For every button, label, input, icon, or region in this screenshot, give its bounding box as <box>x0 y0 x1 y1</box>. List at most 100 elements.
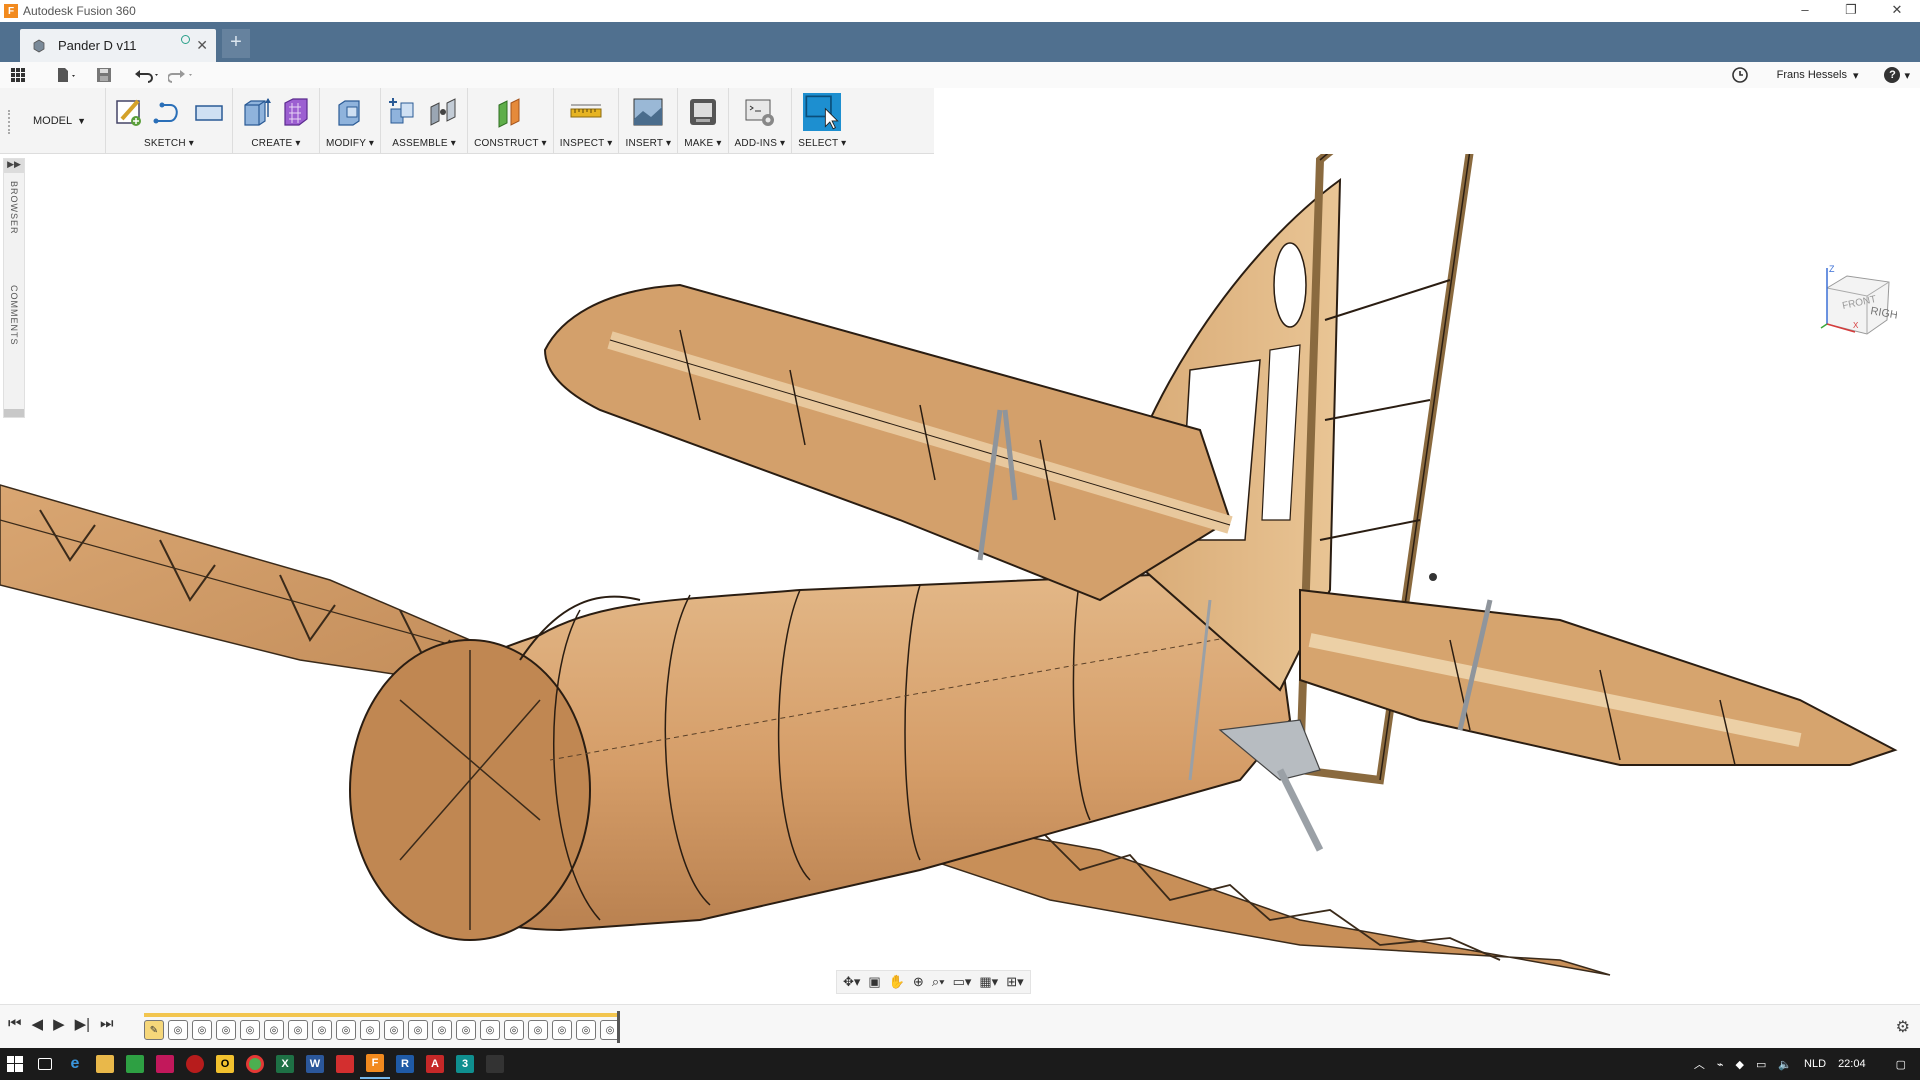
dropbox-icon[interactable]: ◆ <box>1735 1058 1743 1071</box>
3dsmax-button[interactable]: 3 <box>450 1049 480 1079</box>
viewcube[interactable]: FRONT RIGHT Z X <box>1815 262 1897 344</box>
viewports-icon[interactable]: ⊞▾ <box>1006 974 1023 990</box>
joint-icon[interactable] <box>427 95 461 129</box>
timeline-sketch-feature-icon[interactable]: ✎ <box>144 1020 164 1040</box>
new-component-icon[interactable] <box>387 95 421 129</box>
select-tool-icon[interactable] <box>803 93 842 131</box>
user-account-menu[interactable]: Frans Hessels <box>1777 69 1847 81</box>
revit-button[interactable]: R <box>390 1049 420 1079</box>
timeline-feature-icon[interactable]: ◎ <box>216 1020 236 1040</box>
step-forward-icon[interactable]: ▶| <box>75 1015 90 1033</box>
notifications-icon[interactable]: ▢ <box>1896 1058 1906 1071</box>
create-menu[interactable]: CREATE ▾ <box>251 138 300 149</box>
make-menu[interactable]: MAKE ▾ <box>684 138 721 149</box>
go-to-end-icon[interactable]: ⏭ <box>100 1015 114 1033</box>
timeline-feature-icon[interactable]: ◎ <box>528 1020 548 1040</box>
insert-menu[interactable]: INSERT ▾ <box>625 138 671 149</box>
play-icon[interactable]: ▶ <box>53 1015 65 1033</box>
pan-icon[interactable]: ✋ <box>889 974 905 990</box>
fusion-taskbar-button[interactable]: F <box>360 1049 390 1079</box>
undo-button[interactable] <box>134 64 162 86</box>
press-pull-icon[interactable] <box>333 95 367 129</box>
timeline-feature-icon[interactable]: ◎ <box>456 1020 476 1040</box>
fit-icon[interactable]: ⌕▾ <box>932 974 945 990</box>
display-settings-icon[interactable]: ▭▾ <box>953 974 972 990</box>
measure-icon[interactable] <box>569 95 603 129</box>
insert-canvas-icon[interactable] <box>631 95 665 129</box>
horizontal-stabilizer[interactable] <box>543 283 1233 602</box>
language-indicator[interactable]: NLD <box>1804 1058 1826 1070</box>
timeline-settings-gear-icon[interactable]: ⚙ <box>1896 1017 1910 1037</box>
orbit-icon[interactable]: ✥▾ <box>843 974 860 990</box>
job-status-clock-icon[interactable] <box>1731 66 1749 84</box>
look-at-icon[interactable]: ▣ <box>868 974 880 990</box>
app-button-2[interactable] <box>150 1049 180 1079</box>
create-sketch-icon[interactable] <box>112 95 146 129</box>
minimize-button[interactable]: – <box>1782 0 1828 22</box>
network-icon[interactable]: ⌁ <box>1717 1058 1724 1071</box>
timeline-feature-icon[interactable]: ◎ <box>168 1020 188 1040</box>
modify-menu[interactable]: MODIFY ▾ <box>326 138 374 149</box>
timeline-feature-icon[interactable]: ◎ <box>192 1020 212 1040</box>
extrude-icon[interactable] <box>239 95 273 129</box>
timeline-feature-icon[interactable]: ◎ <box>384 1020 404 1040</box>
workspace-switcher[interactable]: MODEL ▼ <box>14 88 106 153</box>
offset-plane-icon[interactable] <box>493 95 527 129</box>
sketch-menu[interactable]: SKETCH ▾ <box>144 138 194 149</box>
volume-icon[interactable]: 🔈 <box>1778 1058 1792 1071</box>
timeline-feature-icon[interactable]: ◎ <box>240 1020 260 1040</box>
new-tab-button[interactable]: + <box>222 29 250 58</box>
go-to-start-icon[interactable]: ⏮ <box>8 1015 22 1033</box>
close-window-button[interactable]: ✕ <box>1874 0 1920 22</box>
aircraft-model[interactable] <box>0 106 1920 1000</box>
grid-snaps-icon[interactable]: ▦▾ <box>979 974 998 990</box>
redo-button[interactable] <box>168 64 196 86</box>
timeline-feature-icon[interactable]: ◎ <box>408 1020 428 1040</box>
zoom-icon[interactable]: ⊕ <box>913 974 924 990</box>
timeline-marker[interactable] <box>617 1011 620 1043</box>
assemble-menu[interactable]: ASSEMBLE ▾ <box>392 138 456 149</box>
lower-wing[interactable] <box>929 819 1611 976</box>
select-menu[interactable]: SELECT ▾ <box>798 138 846 149</box>
step-back-icon[interactable]: ◀ <box>32 1015 44 1033</box>
show-hidden-icons-icon[interactable]: ︿ <box>1694 1056 1705 1072</box>
3d-print-icon[interactable] <box>686 95 720 129</box>
autocad-button[interactable]: A <box>420 1049 450 1079</box>
timeline-feature-icon[interactable]: ◎ <box>480 1020 500 1040</box>
chrome-button[interactable] <box>240 1049 270 1079</box>
app-button-4[interactable]: O <box>210 1049 240 1079</box>
timeline-feature-icon[interactable]: ◎ <box>336 1020 356 1040</box>
app-button-5[interactable] <box>330 1049 360 1079</box>
timeline-feature-icon[interactable]: ◎ <box>288 1020 308 1040</box>
rectangle-tool-icon[interactable] <box>192 95 226 129</box>
word-button[interactable]: W <box>300 1049 330 1079</box>
help-icon[interactable]: ? <box>1884 67 1901 83</box>
clock[interactable]: 22:04 <box>1838 1058 1866 1070</box>
app-button-3[interactable] <box>180 1049 210 1079</box>
timeline-track[interactable]: ✎ ◎ ◎ ◎ ◎ ◎ ◎ ◎ ◎ ◎ ◎ ◎ ◎ ◎ ◎ ◎ ◎ ◎ ◎ ◎ <box>144 1013 620 1041</box>
excel-button[interactable]: X <box>270 1049 300 1079</box>
timeline-feature-icon[interactable]: ◎ <box>432 1020 452 1040</box>
save-button[interactable] <box>96 64 112 86</box>
file-menu-button[interactable] <box>56 64 78 86</box>
scripts-addins-icon[interactable] <box>743 95 777 129</box>
timeline-feature-icon[interactable]: ◎ <box>576 1020 596 1040</box>
timeline-feature-icon[interactable]: ◎ <box>264 1020 284 1040</box>
app-button-1[interactable] <box>120 1049 150 1079</box>
timeline-feature-icon[interactable]: ◎ <box>312 1020 332 1040</box>
addins-menu[interactable]: ADD-INS ▾ <box>735 138 786 149</box>
edge-button[interactable]: e <box>60 1049 90 1079</box>
restore-button[interactable]: ❐ <box>1828 0 1874 22</box>
data-panel-button[interactable] <box>10 64 26 86</box>
timeline-feature-icon[interactable]: ◎ <box>504 1020 524 1040</box>
start-button[interactable] <box>0 1049 30 1079</box>
close-tab-icon[interactable]: ✕ <box>196 37 208 54</box>
timeline-feature-icon[interactable]: ◎ <box>360 1020 380 1040</box>
document-tab[interactable]: Pander D v11 ✕ <box>20 29 216 62</box>
file-explorer-button[interactable] <box>90 1049 120 1079</box>
battery-icon[interactable]: ▭ <box>1756 1058 1766 1071</box>
3d-viewport[interactable]: FRONT RIGHT Z X <box>0 106 1920 1000</box>
construct-menu[interactable]: CONSTRUCT ▾ <box>474 138 547 149</box>
inspect-menu[interactable]: INSPECT ▾ <box>560 138 613 149</box>
ribbon-grip[interactable] <box>0 88 14 153</box>
